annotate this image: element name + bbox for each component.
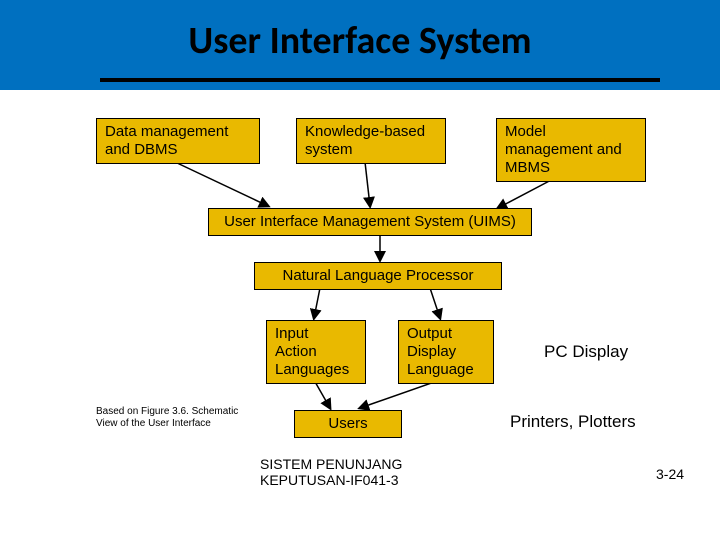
figure-caption: Based on Figure 3.6. Schematic View of t…	[96, 406, 256, 430]
box-data-mgmt-label: Data management and DBMS	[105, 123, 228, 158]
box-knowledge-label: Knowledge-based system	[305, 123, 425, 158]
box-nlp: Natural Language Processor	[254, 262, 502, 290]
page-number: 3-24	[656, 466, 684, 482]
box-model-mgmt-label: Model management and MBMS	[505, 123, 622, 176]
page-title: User Interface System	[0, 18, 720, 64]
box-output-sub: Display Language	[407, 343, 485, 379]
box-input: Input Action Languages	[266, 320, 366, 384]
box-users: Users	[294, 410, 402, 438]
box-model-mgmt: Model management and MBMS	[496, 118, 646, 182]
label-pc-display: PC Display	[544, 342, 628, 362]
box-data-mgmt: Data management and DBMS	[96, 118, 260, 164]
label-printers: Printers, Plotters	[510, 412, 636, 432]
title-underline	[100, 78, 660, 82]
title-banner: User Interface System	[0, 0, 720, 90]
box-users-label: Users	[328, 415, 367, 432]
box-output-title: Output	[407, 325, 485, 343]
box-uims: User Interface Management System (UIMS)	[208, 208, 532, 236]
box-knowledge: Knowledge-based system	[296, 118, 446, 164]
diagram-stage: Data management and DBMS Knowledge-based…	[0, 90, 720, 540]
box-input-title: Input	[275, 325, 357, 343]
box-input-sub: Action Languages	[275, 343, 357, 379]
footer-text: SISTEM PENUNJANG KEPUTUSAN-IF041-3	[260, 456, 480, 488]
box-output: Output Display Language	[398, 320, 494, 384]
box-nlp-label: Natural Language Processor	[283, 267, 474, 284]
box-uims-label: User Interface Management System (UIMS)	[224, 213, 516, 230]
